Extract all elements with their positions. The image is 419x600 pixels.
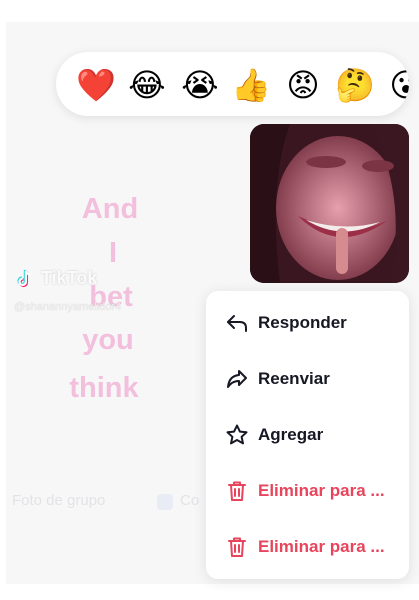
lyric-line: think [69, 372, 139, 404]
add-menu-item[interactable]: Agregar [206, 413, 409, 457]
reaction-bar: ❤️ 😂 😭 👍 😡 🤔 😮 [56, 52, 409, 116]
bottom-edge [0, 584, 419, 600]
left-edge [0, 0, 6, 600]
lyric-line: you [82, 324, 134, 356]
forward-icon [227, 370, 247, 388]
lyric-line: And [81, 193, 139, 225]
trash-icon [228, 481, 246, 501]
top-edge [0, 0, 419, 22]
thumbs-up-emoji-icon[interactable]: 👍 [231, 65, 271, 105]
angry-face-emoji-icon[interactable]: 😡 [283, 65, 323, 105]
reply-menu-item[interactable]: Responder [206, 301, 409, 345]
tiktok-logo-icon [17, 270, 31, 288]
watermark-brand: TikTok [41, 268, 98, 288]
thinking-face-emoji-icon[interactable]: 🤔 [335, 65, 375, 105]
delete-label: Eliminar para ... [258, 481, 385, 500]
message-context-menu: Responder Reenviar Agregar Eliminar para… [206, 291, 409, 579]
forward-menu-item[interactable]: Reenviar [206, 357, 409, 401]
tiktok-watermark: TikTok [14, 268, 97, 290]
forward-label: Reenviar [258, 369, 330, 388]
more-emoji-icon[interactable]: 😮 [386, 65, 409, 105]
add-label: Agregar [258, 425, 324, 444]
delete-for-all-label: Eliminar para ... [258, 537, 385, 556]
tears-of-joy-emoji-icon[interactable]: 😂 [127, 65, 167, 105]
photo-image [250, 124, 409, 283]
reply-icon [227, 315, 247, 332]
star-icon [226, 424, 248, 445]
reply-label: Responder [258, 313, 347, 332]
faded-footer-left: Foto de grupo [12, 492, 106, 509]
watermark-username: @shanannyamelidor4 [14, 301, 122, 313]
trash-icon [228, 537, 246, 557]
delete-for-all-menu-item[interactable]: Eliminar para ... [206, 525, 409, 569]
faded-footer-icon [157, 494, 173, 510]
photo-message[interactable] [250, 124, 409, 283]
heart-emoji-icon[interactable]: ❤️ [76, 65, 116, 105]
delete-menu-item[interactable]: Eliminar para ... [206, 469, 409, 513]
loudly-crying-emoji-icon[interactable]: 😭 [180, 65, 220, 105]
lyric-line: I [108, 237, 118, 269]
faded-footer-right: Co [180, 492, 200, 509]
